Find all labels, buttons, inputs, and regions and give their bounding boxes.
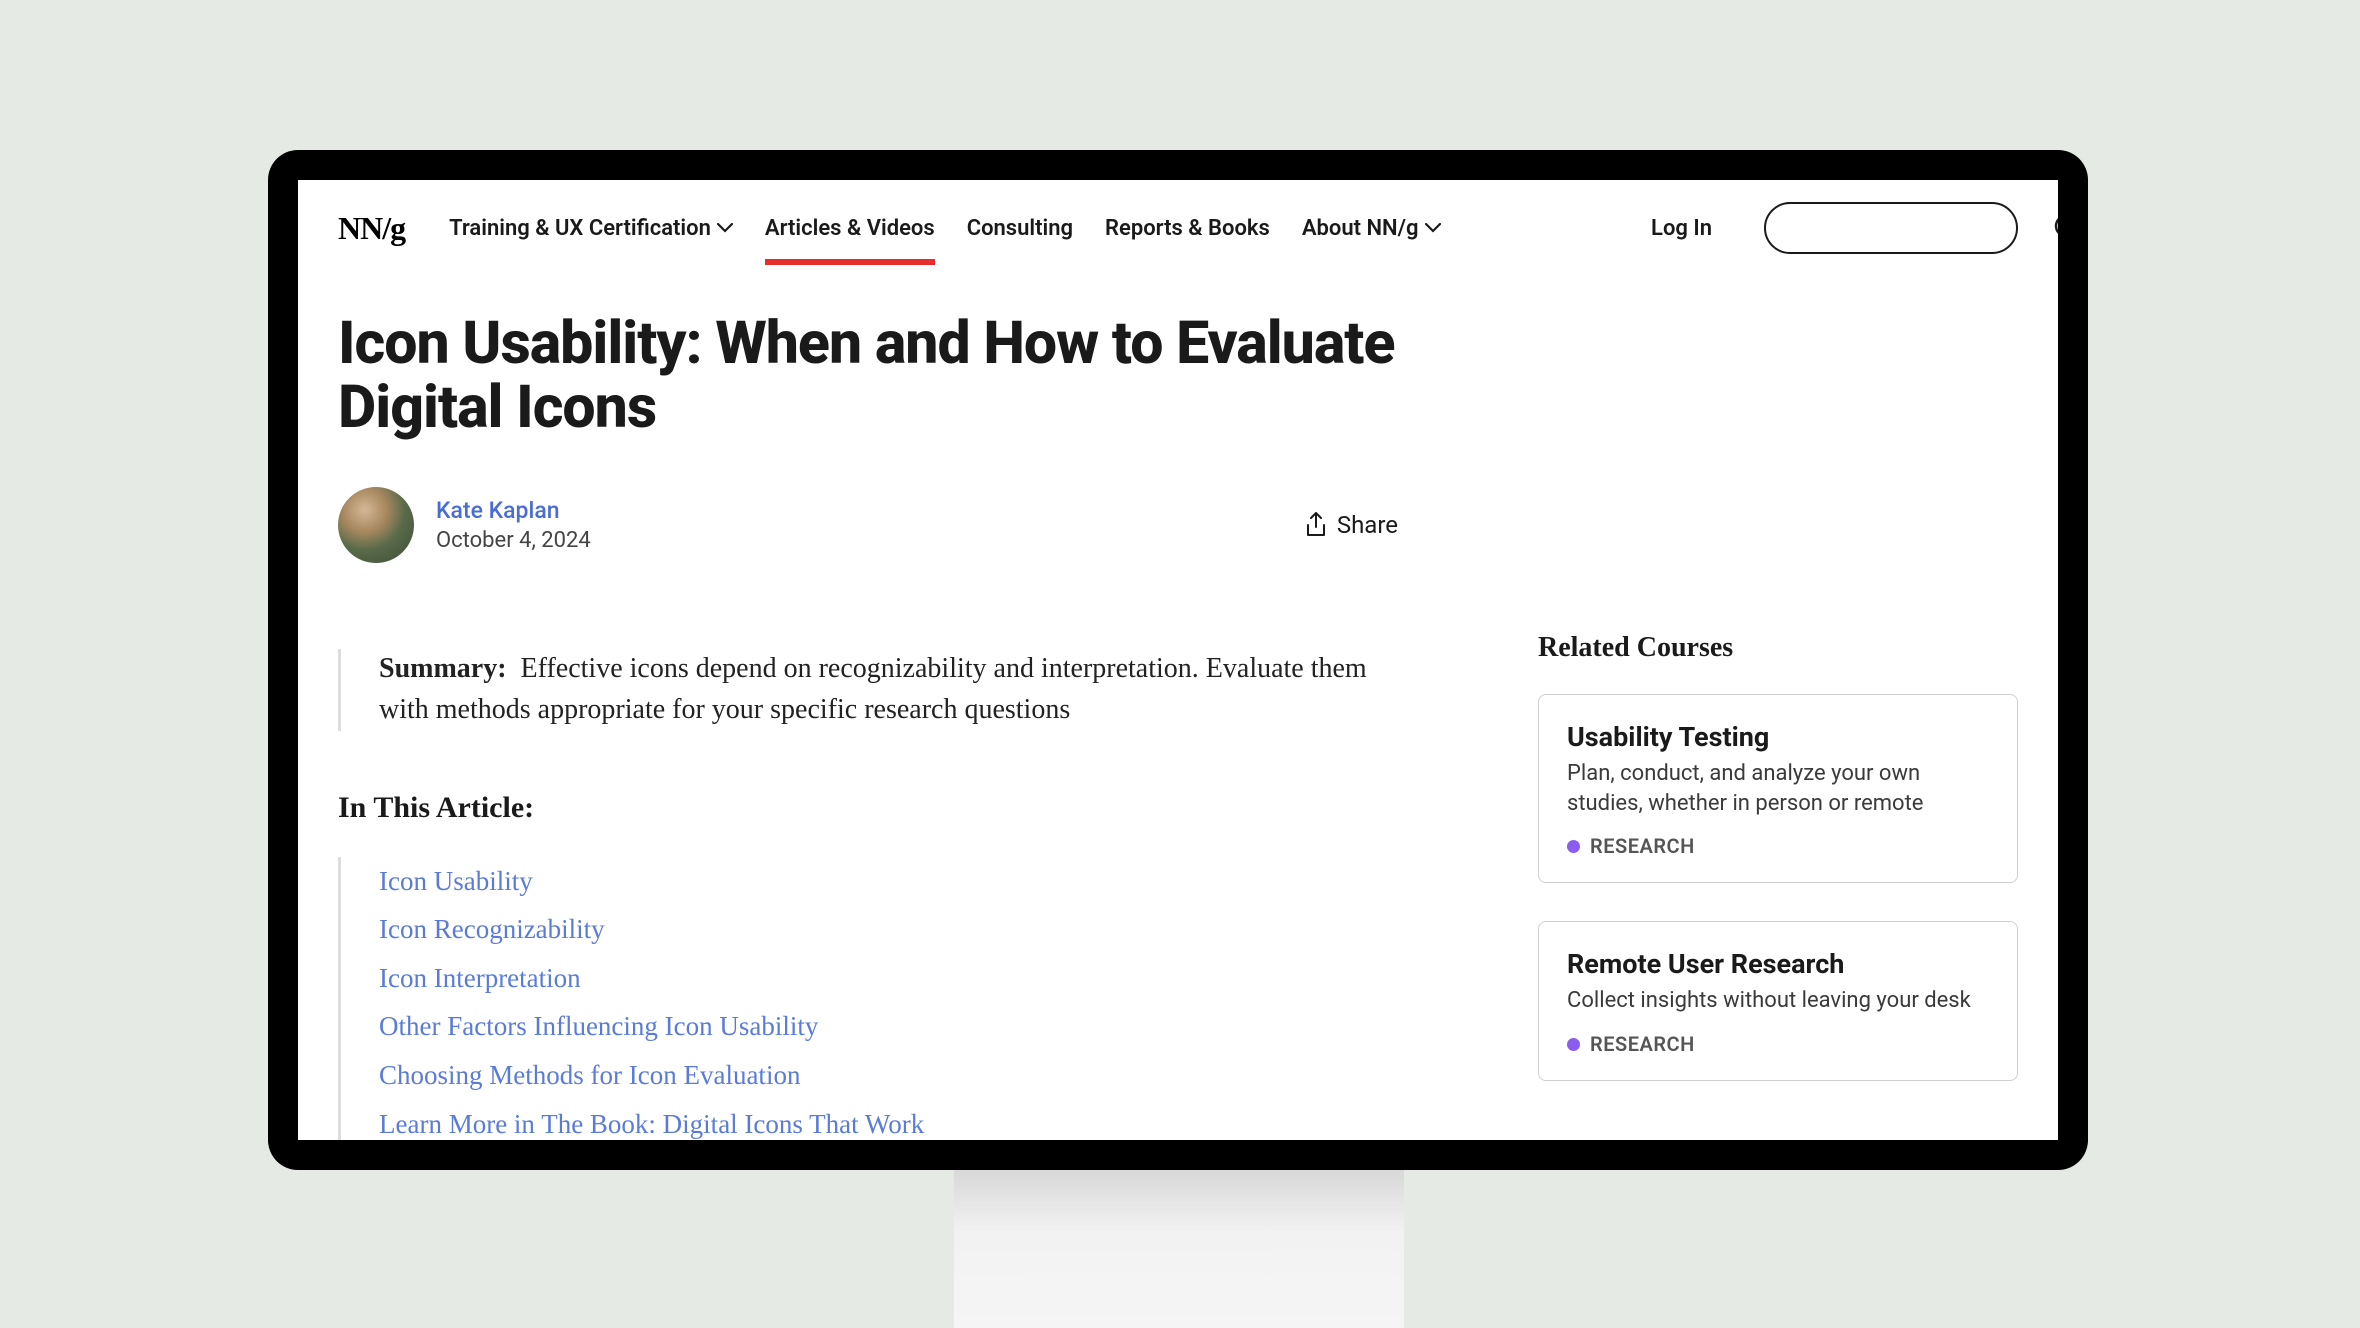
toc-heading: In This Article:	[338, 791, 1398, 825]
toc-item[interactable]: Choosing Methods for Icon Evaluation	[379, 1051, 1398, 1100]
nav-consulting[interactable]: Consulting	[967, 196, 1073, 261]
toc-item[interactable]: Icon Recognizability	[379, 905, 1398, 954]
byline: Kate Kaplan October 4, 2024 Share	[338, 487, 1398, 563]
top-nav: NN/g Training & UX Certification Article…	[298, 180, 2058, 262]
summary-text: Effective icons depend on recognizabilit…	[379, 653, 1367, 725]
toc-item[interactable]: Icon Interpretation	[379, 954, 1398, 1003]
nav-articles[interactable]: Articles & Videos	[765, 196, 935, 261]
nav-consulting-label: Consulting	[967, 216, 1073, 241]
course-card[interactable]: Remote User Research Collect insights wi…	[1538, 921, 2018, 1081]
search-icon	[2053, 213, 2058, 243]
share-icon	[1305, 512, 1327, 538]
toc-item[interactable]: Other Factors Influencing Icon Usability	[379, 1002, 1398, 1051]
nav-training-label: Training & UX Certification	[449, 216, 711, 241]
nav-reports[interactable]: Reports & Books	[1105, 196, 1270, 261]
share-button[interactable]: Share	[1305, 511, 1398, 539]
publish-date: October 4, 2024	[436, 528, 1283, 553]
course-tag-label: RESEARCH	[1590, 834, 1695, 858]
chevron-down-icon	[1425, 223, 1441, 233]
site-logo[interactable]: NN/g	[338, 210, 405, 247]
page-title: Icon Usability: When and How to Evaluate…	[338, 312, 1398, 439]
toc-item[interactable]: Icon Usability	[379, 857, 1398, 906]
related-courses-heading: Related Courses	[1538, 632, 2018, 664]
search-input[interactable]	[1780, 217, 2045, 240]
nav-training[interactable]: Training & UX Certification	[449, 196, 733, 261]
course-desc: Collect insights without leaving your de…	[1567, 986, 1989, 1016]
author-name-link[interactable]: Kate Kaplan	[436, 497, 1283, 524]
main-column: Icon Usability: When and How to Evaluate…	[338, 312, 1398, 1140]
tag-dot-icon	[1567, 840, 1580, 853]
chevron-down-icon	[717, 223, 733, 233]
nav-reports-label: Reports & Books	[1105, 216, 1270, 241]
author-avatar[interactable]	[338, 487, 414, 563]
content: Icon Usability: When and How to Evaluate…	[298, 262, 2058, 1140]
screen: NN/g Training & UX Certification Article…	[298, 180, 2058, 1140]
toc-list: Icon Usability Icon Recognizability Icon…	[338, 857, 1398, 1140]
summary-label: Summary:	[379, 653, 507, 684]
course-card[interactable]: Usability Testing Plan, conduct, and ana…	[1538, 694, 2018, 883]
course-title: Remote User Research	[1567, 948, 1989, 980]
share-label: Share	[1337, 511, 1398, 539]
course-title: Usability Testing	[1567, 721, 1989, 753]
course-desc: Plan, conduct, and analyze your own stud…	[1567, 759, 1989, 818]
toc-item[interactable]: Learn More in The Book: Digital Icons Th…	[379, 1100, 1398, 1140]
nav-about[interactable]: About NN/g	[1302, 196, 1441, 261]
search-box[interactable]	[1764, 202, 2018, 254]
nav-about-label: About NN/g	[1302, 216, 1419, 241]
nav-articles-label: Articles & Videos	[765, 216, 935, 241]
monitor-frame: NN/g Training & UX Certification Article…	[268, 150, 2088, 1170]
summary-block: Summary: Effective icons depend on recog…	[338, 649, 1398, 730]
tag-dot-icon	[1567, 1038, 1580, 1051]
course-tag: RESEARCH	[1567, 834, 1989, 858]
course-tag: RESEARCH	[1567, 1032, 1989, 1056]
monitor-stand	[954, 1170, 1404, 1328]
login-link[interactable]: Log In	[1651, 216, 1712, 241]
course-tag-label: RESEARCH	[1590, 1032, 1695, 1056]
author-block: Kate Kaplan October 4, 2024	[436, 497, 1283, 553]
sidebar-column: Related Courses Usability Testing Plan, …	[1538, 312, 2018, 1140]
